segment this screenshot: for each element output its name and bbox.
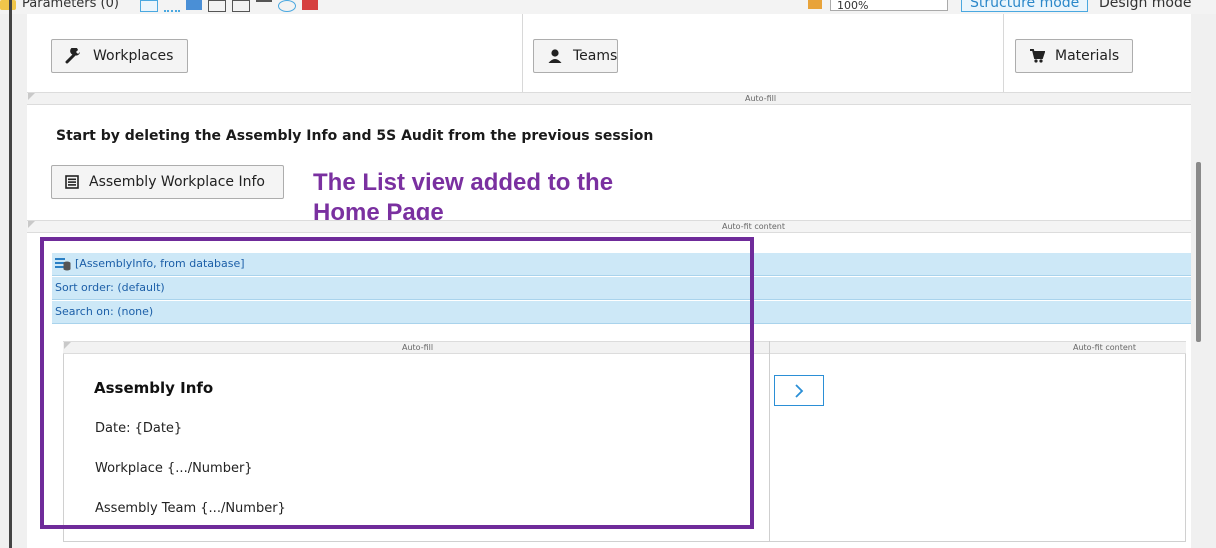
section-heading: Start by deleting the Assembly Info and … bbox=[56, 128, 654, 144]
highlight-box bbox=[40, 237, 754, 529]
chevron-right-icon bbox=[795, 383, 804, 398]
design-mode-button[interactable]: Design mode bbox=[1090, 0, 1201, 12]
assembly-workplace-info-button[interactable]: Assembly Workplace Info bbox=[51, 165, 284, 199]
zoom-icon bbox=[808, 0, 822, 9]
zoom-select[interactable]: 100% bbox=[830, 0, 948, 12]
table-tool-icon[interactable] bbox=[208, 0, 226, 12]
cell-divider bbox=[1003, 14, 1004, 92]
teams-button[interactable]: Teams bbox=[533, 39, 618, 73]
select-tool-icon[interactable] bbox=[140, 0, 158, 12]
auto-fit-label: Auto-fit content bbox=[722, 222, 785, 231]
auto-fill-label: Auto-fill bbox=[745, 94, 777, 103]
refresh-tool-icon[interactable] bbox=[278, 0, 296, 12]
cell-divider bbox=[522, 14, 523, 92]
open-details-button[interactable] bbox=[774, 375, 824, 406]
left-divider bbox=[9, 0, 12, 548]
callout-line-1: The List view added to the bbox=[313, 169, 614, 196]
panel-tool-icon[interactable] bbox=[232, 0, 250, 12]
band-corner bbox=[28, 93, 35, 100]
user-icon bbox=[548, 49, 562, 63]
assembly-workplace-info-label: Assembly Workplace Info bbox=[89, 174, 265, 190]
auto-fill-band: Auto-fill bbox=[27, 92, 1191, 105]
structure-mode-button[interactable]: Structure mode bbox=[961, 0, 1089, 12]
workplaces-label: Workplaces bbox=[93, 48, 174, 64]
grid-tool-icon[interactable] bbox=[186, 0, 202, 10]
delete-tool-icon[interactable] bbox=[302, 0, 318, 10]
inner-divider bbox=[769, 341, 770, 542]
wrench-icon bbox=[65, 48, 80, 64]
materials-label: Materials bbox=[1055, 48, 1120, 64]
band-corner bbox=[28, 221, 35, 228]
list-form-icon bbox=[65, 175, 79, 189]
toolbar-icons bbox=[140, 0, 318, 12]
auto-fit-band: Auto-fit content bbox=[27, 220, 1191, 233]
cart-icon bbox=[1030, 49, 1045, 63]
inner-auto-fit-band: Auto-fit content bbox=[770, 341, 1186, 354]
top-toolbar: Parameters (0) 100% Structure mode Desig… bbox=[0, 0, 1216, 14]
workplaces-button[interactable]: Workplaces bbox=[51, 39, 188, 73]
teams-label: Teams bbox=[573, 48, 618, 64]
folder-icon bbox=[0, 0, 16, 10]
dotted-tool-icon[interactable] bbox=[164, 0, 180, 12]
materials-button[interactable]: Materials bbox=[1015, 39, 1133, 73]
inner-auto-fit-label: Auto-fit content bbox=[1073, 343, 1136, 352]
line-tool-icon[interactable] bbox=[256, 0, 272, 12]
vertical-scrollbar[interactable] bbox=[1196, 162, 1201, 342]
parameters-label[interactable]: Parameters (0) bbox=[22, 0, 119, 11]
